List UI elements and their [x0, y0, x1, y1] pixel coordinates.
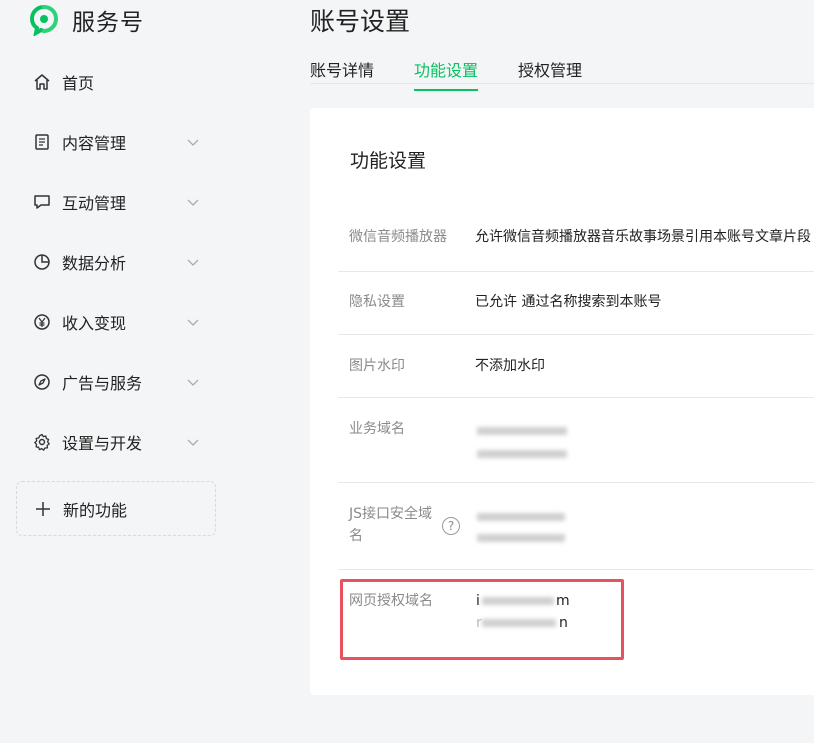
sidebar-item-label: 首页 [62, 74, 95, 93]
redacted-domain [477, 513, 565, 521]
setting-label: 微信音频播放器 [349, 229, 447, 245]
sidebar-item-monetization[interactable]: 收入变现 [16, 300, 216, 344]
setting-row-audio-player: 微信音频播放器 允许微信音频播放器音乐故事场景引用本账号文章片段 [338, 206, 814, 272]
setting-row-watermark: 图片水印 不添加水印 [338, 335, 814, 398]
tab-bar: 账号详情 功能设置 授权管理 [310, 48, 814, 91]
tab-feature-settings[interactable]: 功能设置 [414, 57, 479, 91]
chevron-down-icon [187, 199, 199, 206]
redacted-domain [477, 450, 567, 458]
chevron-down-icon [187, 379, 199, 386]
brand-name: 服务号 [72, 10, 144, 36]
chat-icon [33, 193, 51, 211]
sidebar-item-label: 收入变现 [62, 314, 127, 333]
yen-icon [33, 313, 51, 331]
redacted-domain [477, 427, 567, 435]
sidebar-item-label: 广告与服务 [62, 374, 143, 393]
setting-value: 允许微信音频播放器音乐故事场景引用本账号文章片段 [475, 229, 811, 245]
chevron-down-icon [187, 139, 199, 146]
sidebar-item-analytics[interactable]: 数据分析 [16, 240, 216, 284]
sidebar-item-content[interactable]: 内容管理 [16, 120, 216, 164]
sidebar-item-home[interactable]: 首页 [16, 60, 216, 104]
highlight-box [340, 579, 624, 660]
chevron-down-icon [187, 319, 199, 326]
setting-label: 隐私设置 [349, 294, 405, 310]
sidebar-item-settings-dev[interactable]: 设置与开发 [16, 420, 216, 464]
setting-row-privacy: 隐私设置 已允许 通过名称搜索到本账号 [338, 272, 814, 335]
pie-chart-icon [33, 253, 51, 271]
new-feature-label: 新的功能 [63, 500, 128, 520]
chevron-down-icon [187, 259, 199, 266]
wechat-service-logo-icon [29, 5, 59, 36]
brand[interactable]: 服务号 [28, 2, 144, 38]
plus-icon [36, 501, 50, 516]
setting-value: 不添加水印 [475, 358, 545, 374]
section-title: 功能设置 [350, 150, 427, 172]
setting-row-business-domain: 业务域名 [338, 398, 814, 483]
document-icon [33, 133, 51, 151]
sidebar-item-label: 数据分析 [62, 254, 127, 273]
tab-account-details[interactable]: 账号详情 [310, 57, 374, 89]
sidebar-item-label: 内容管理 [62, 134, 127, 153]
setting-value: 已允许 通过名称搜索到本账号 [475, 294, 662, 310]
setting-label: 业务域名 [349, 421, 405, 437]
sidebar: 服务号 首页 内容管理 互动管理 数据分析 收入变现 广告与服务 设置与开发 新… [0, 0, 230, 743]
sidebar-item-label: 设置与开发 [62, 434, 143, 453]
gear-icon [33, 433, 51, 451]
question-circle-icon[interactable]: ? [442, 517, 460, 535]
tab-authorization[interactable]: 授权管理 [518, 57, 582, 89]
page-title: 账号设置 [310, 7, 411, 36]
setting-label: 图片水印 [349, 358, 405, 374]
setting-label: JS接口安全域名 [349, 506, 433, 544]
sidebar-item-ads-services[interactable]: 广告与服务 [16, 360, 216, 404]
compass-icon [33, 373, 51, 391]
new-feature-button[interactable]: 新的功能 [16, 481, 216, 536]
sidebar-item-label: 互动管理 [62, 194, 127, 213]
chevron-down-icon [187, 439, 199, 446]
home-icon [33, 73, 51, 91]
redacted-domain [477, 534, 565, 542]
setting-row-js-domain: JS接口安全域名 ? [338, 483, 814, 570]
sidebar-item-interaction[interactable]: 互动管理 [16, 180, 216, 224]
